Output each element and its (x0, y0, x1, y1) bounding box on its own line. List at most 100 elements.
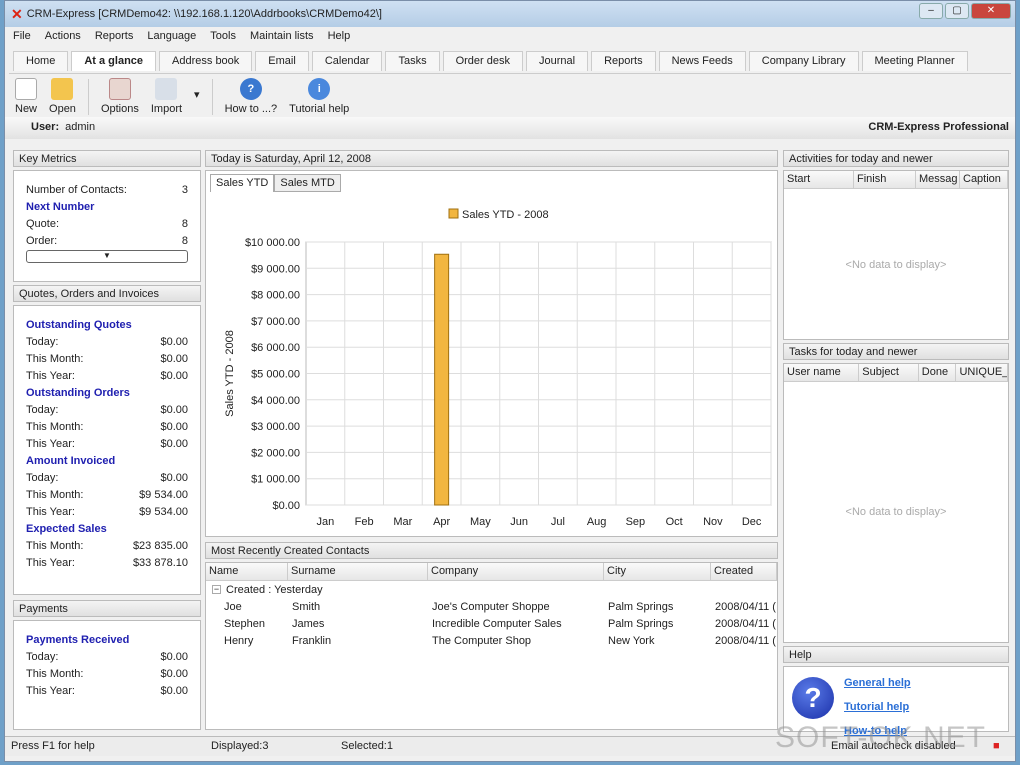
import-dropdown-icon[interactable]: ▾ (194, 88, 200, 101)
tab-reports[interactable]: Reports (591, 51, 656, 71)
help-question-icon: ? (792, 677, 834, 719)
open-button[interactable]: Open (49, 78, 76, 115)
activities-empty: <No data to display> (845, 259, 947, 271)
tab-email[interactable]: Email (255, 51, 309, 71)
table-row[interactable]: Joe Smith Joe's Computer Shoppe Palm Spring… (206, 598, 777, 615)
metric-row: Today: $0.00 (26, 401, 188, 418)
metric-value: $0.00 (160, 650, 188, 663)
general-help-link[interactable]: General help (844, 677, 911, 689)
new-button[interactable]: New (15, 78, 37, 115)
column-header-subject[interactable]: Subject (859, 364, 919, 381)
import-button[interactable]: Import (151, 78, 182, 115)
options-button[interactable]: Options (101, 78, 139, 115)
minimize-button[interactable]: – (919, 3, 943, 19)
contacts-columns: Name Surname Company City Created (206, 563, 777, 581)
title-bar: ✕ CRM-Express [CRMDemo42: \\192.168.1.12… (5, 1, 1015, 27)
qoi-panel: Outstanding Quotes Today: $0.00 This Month:… (13, 305, 201, 595)
cell-created: 2008/04/11 ( (715, 617, 776, 630)
table-row[interactable]: Henry Franklin The Computer Shop New York 20… (206, 632, 777, 649)
tab-at-a-glance[interactable]: At a glance (71, 51, 157, 71)
column-header-company[interactable]: Company (428, 563, 604, 580)
metric-label: This Year: (26, 437, 75, 450)
y-tick-label: $3 000.00 (251, 421, 300, 433)
tab-journal[interactable]: Journal (526, 51, 589, 71)
y-tick-label: $2 000.00 (251, 447, 300, 459)
help-header: Help (783, 646, 1009, 663)
section-heading: Expected Sales (26, 522, 107, 535)
metric-label: This Month: (26, 420, 84, 433)
menu-language[interactable]: Language (147, 30, 196, 42)
tutorial-help-button[interactable]: i Tutorial help (289, 78, 349, 115)
window-title: CRM-Express [CRMDemo42: \\192.168.1.120\… (26, 8, 382, 20)
user-name: admin (65, 121, 96, 133)
tasks-grid: User name Subject Done UNIQUE_ <No data to … (783, 363, 1009, 643)
maximize-button[interactable]: ▢ (945, 3, 969, 19)
order-value: 8 (181, 234, 188, 247)
activities-columns: Start Finish Messag Caption (784, 171, 1008, 189)
cell-city: New York (608, 634, 655, 647)
table-row[interactable]: Stephen James Incredible Computer Sales Pal… (206, 615, 777, 632)
expand-button[interactable]: ▼ (26, 250, 188, 263)
metric-value: $0.00 (160, 420, 188, 433)
menu-tools[interactable]: Tools (210, 30, 236, 42)
metric-value: $0.00 (160, 437, 188, 450)
x-tick-label: Jul (551, 516, 565, 528)
column-header-created[interactable]: Created (711, 563, 777, 580)
metric-row: Today: $0.00 (26, 333, 188, 350)
column-header-finish[interactable]: Finish (854, 171, 916, 188)
column-header-start[interactable]: Start (784, 171, 854, 188)
column-header-surname[interactable]: Surname (288, 563, 428, 580)
tab-address-book[interactable]: Address book (159, 51, 253, 71)
cell-name: Henry (224, 634, 254, 647)
column-header-caption[interactable]: Caption (960, 171, 1008, 188)
column-header-city[interactable]: City (604, 563, 711, 580)
group-row[interactable]: − Created : Yesterday (206, 581, 777, 598)
tasks-empty: <No data to display> (845, 506, 947, 518)
x-tick-label: May (470, 516, 491, 528)
tutorial-help-link[interactable]: Tutorial help (844, 701, 909, 713)
how-to-label: How to ...? (224, 103, 278, 115)
tab-meeting-planner[interactable]: Meeting Planner (861, 51, 968, 71)
menu-file[interactable]: File (13, 30, 31, 42)
menu-actions[interactable]: Actions (45, 30, 81, 42)
metric-value: $0.00 (160, 352, 188, 365)
tab-company-library[interactable]: Company Library (748, 51, 859, 71)
next-number-heading: Next Number (26, 200, 95, 213)
metric-value: $0.00 (160, 471, 188, 484)
main-tabs: Home At a glance Address book Email Calendar… (13, 51, 968, 71)
tab-home[interactable]: Home (13, 51, 69, 71)
contacts-header: Most Recently Created Contacts (205, 542, 778, 559)
tab-sales-ytd[interactable]: Sales YTD (210, 174, 275, 192)
tasks-columns: User name Subject Done UNIQUE_ (784, 364, 1008, 382)
metric-value: $0.00 (160, 684, 188, 697)
column-header-name[interactable]: Name (206, 563, 288, 580)
tab-calendar[interactable]: Calendar (311, 51, 383, 71)
x-tick-label: Apr (433, 516, 450, 528)
collapse-icon[interactable]: − (212, 585, 221, 594)
tab-order-desk[interactable]: Order desk (442, 51, 523, 71)
cell-company: Incredible Computer Sales (432, 617, 562, 630)
column-header-messag[interactable]: Messag (916, 171, 960, 188)
menu-help[interactable]: Help (328, 30, 351, 42)
tab-tasks[interactable]: Tasks (385, 51, 440, 71)
payments-header: Payments (13, 600, 201, 617)
contacts-grid: Name Surname Company City Created − Created : … (205, 562, 778, 730)
close-button[interactable]: ✕ (971, 3, 1011, 19)
x-tick-label: Jan (317, 516, 335, 528)
x-tick-label: Mar (393, 516, 412, 528)
menu-maintain-lists[interactable]: Maintain lists (250, 30, 314, 42)
metric-row: This Year: $0.00 (26, 367, 188, 384)
new-label: New (15, 103, 38, 115)
key-metrics-header: Key Metrics (13, 150, 201, 167)
metric-label: Today: (26, 650, 59, 663)
menu-reports[interactable]: Reports (95, 30, 134, 42)
column-header-done[interactable]: Done (919, 364, 957, 381)
open-label: Open (49, 103, 76, 115)
order-label: Order: (26, 234, 58, 247)
tab-sales-mtd[interactable]: Sales MTD (274, 174, 341, 192)
column-header-unique_[interactable]: UNIQUE_ (956, 364, 1008, 381)
section-heading: Outstanding Orders (26, 386, 130, 399)
column-header-user-name[interactable]: User name (784, 364, 860, 381)
tab-news-feeds[interactable]: News Feeds (658, 51, 746, 71)
how-to-button[interactable]: ? How to ...? (224, 78, 278, 115)
